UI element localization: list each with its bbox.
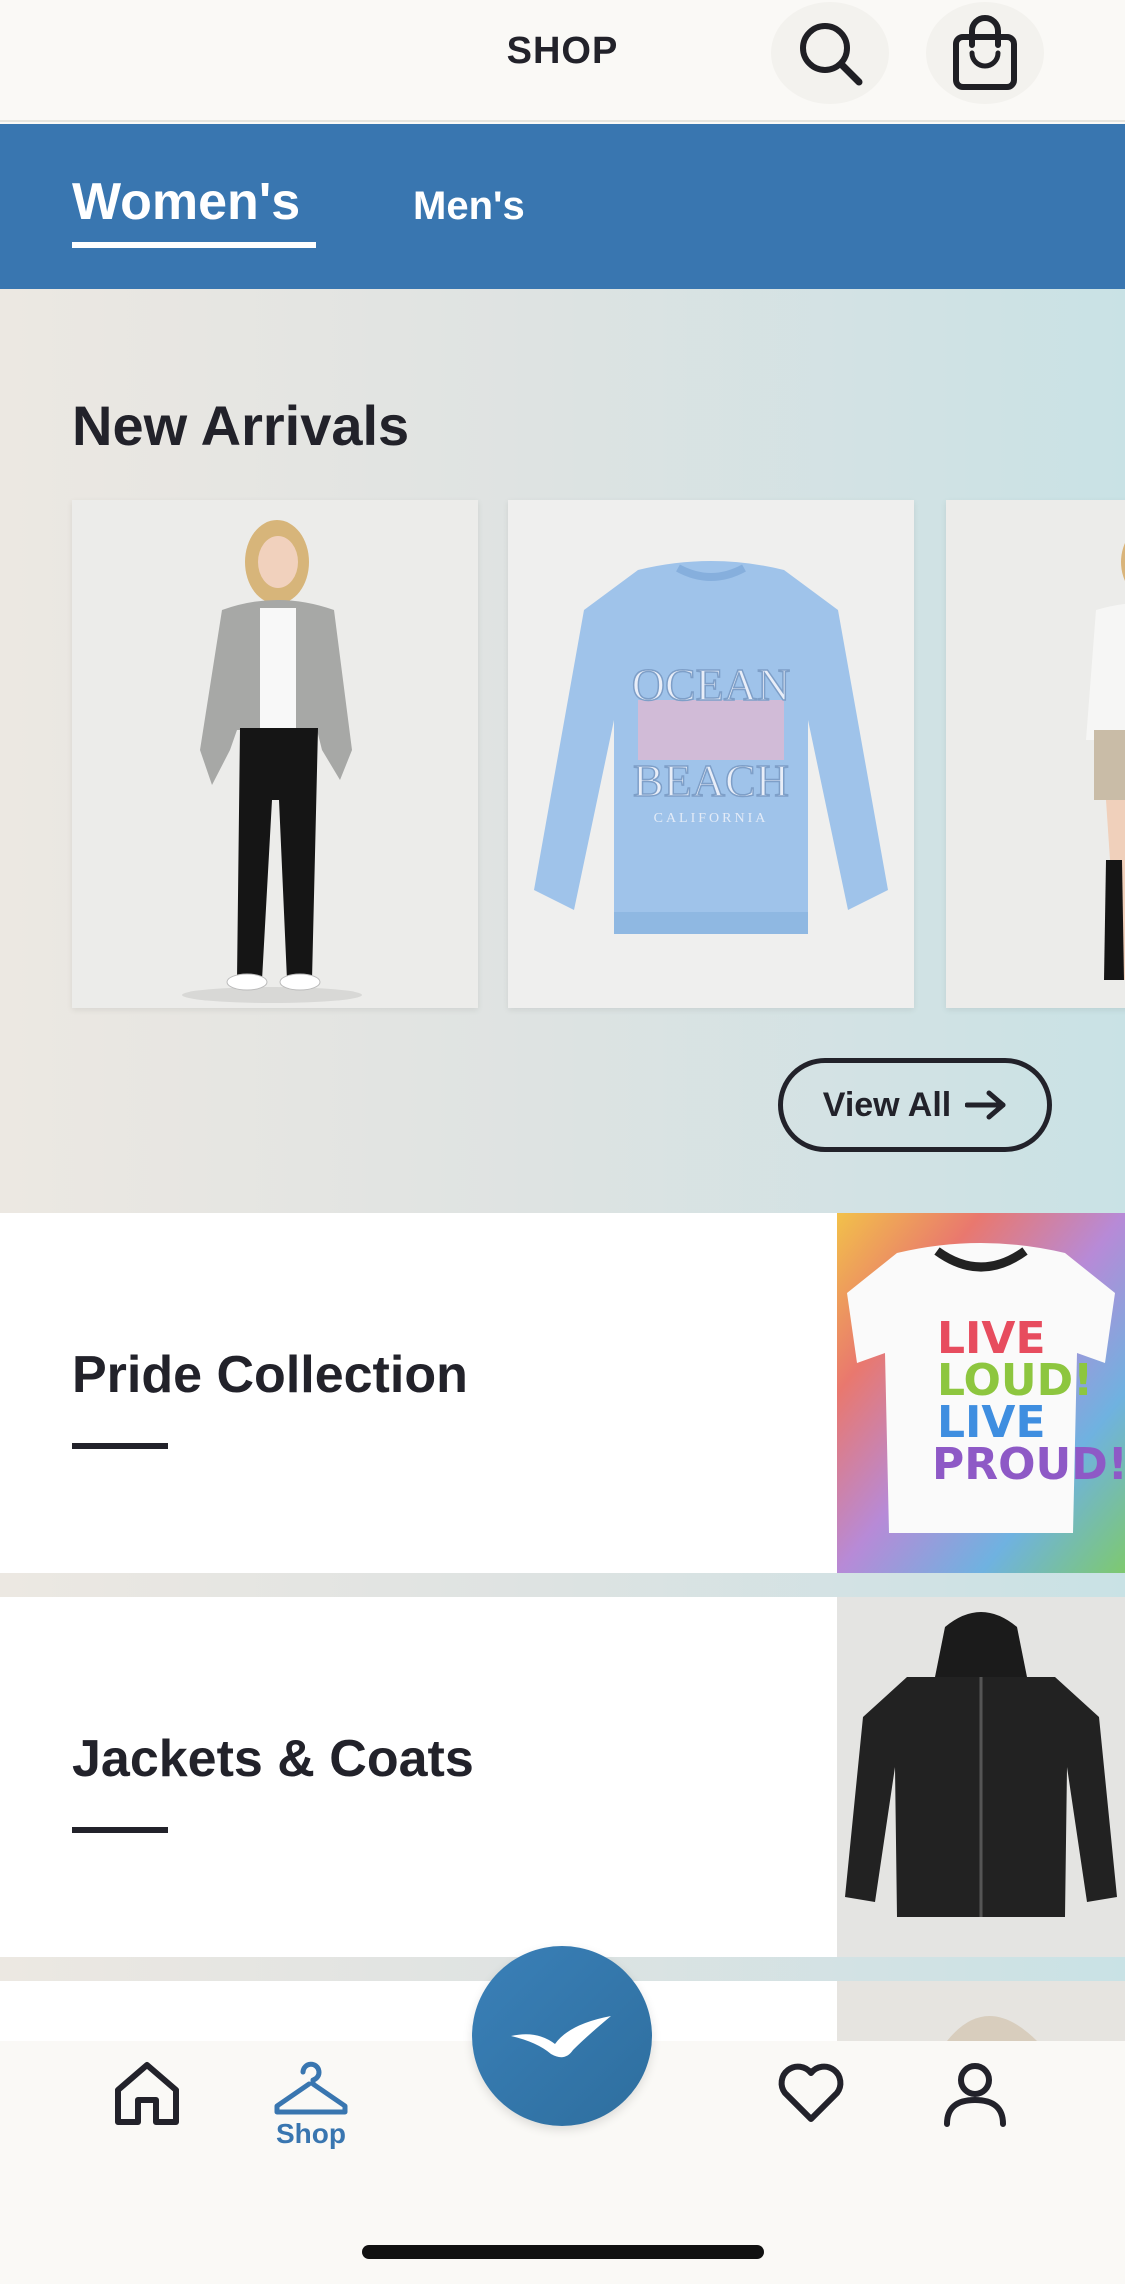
shopping-bag-button[interactable]	[926, 2, 1044, 104]
category-underline	[72, 1827, 168, 1833]
nav-shop-button[interactable]: Shop	[273, 2060, 349, 2150]
product-card-sweatshirt[interactable]: OCEAN BEACH CALIFORNIA	[508, 500, 914, 1008]
tab-womens[interactable]: Women's	[72, 172, 300, 232]
home-indicator	[362, 2245, 764, 2259]
sweatshirt-graphic-text: OCEAN	[632, 659, 790, 710]
view-all-button[interactable]: View All	[778, 1058, 1052, 1152]
product-image	[72, 500, 478, 1008]
product-card-partial[interactable]	[946, 500, 1125, 1008]
product-image: OCEAN BEACH CALIFORNIA	[508, 500, 914, 1008]
category-label: Jackets & Coats	[72, 1730, 474, 1788]
category-thumbnail: LIVE LOUD! LIVE PROUD!	[837, 1213, 1125, 1573]
sweatshirt-graphic-text: CALIFORNIA	[654, 811, 769, 826]
nav-home-button[interactable]	[112, 2058, 182, 2128]
search-icon	[800, 23, 863, 86]
sweatshirt-graphic-text: BEACH	[633, 755, 789, 806]
gender-tabs: Women's Men's	[0, 124, 1125, 289]
home-icon	[115, 2062, 179, 2125]
heart-icon	[778, 2063, 844, 2122]
category-underline	[72, 1443, 168, 1449]
active-tab-indicator	[72, 242, 316, 248]
category-separator	[0, 1573, 1125, 1597]
category-pride-collection[interactable]: Pride Collection LIVE LOUD! LIVE PROUD!	[0, 1213, 1125, 1573]
nav-account-button[interactable]	[942, 2060, 1008, 2128]
jacket-image	[837, 1597, 1125, 1957]
account-icon	[944, 2063, 1006, 2127]
category-thumbnail	[837, 1981, 1125, 2041]
top-header: SHOP	[0, 0, 1125, 122]
nav-shop-label: Shop	[276, 2118, 346, 2149]
category-jackets-coats[interactable]: Jackets & Coats	[0, 1597, 1125, 1957]
hanger-icon	[274, 2061, 348, 2115]
arrow-right-icon	[965, 1090, 1006, 1120]
view-all-label: View All	[822, 1085, 952, 1124]
seagull-logo-icon	[511, 2016, 611, 2058]
category-thumbnail	[837, 1597, 1125, 1957]
new-arrivals-section: New Arrivals OCEAN BEACH CALIFORNIA View…	[0, 289, 1125, 1213]
tee-graphic-text: PROUD!	[932, 1439, 1125, 1490]
section-heading: New Arrivals	[72, 394, 410, 457]
nav-wishlist-button[interactable]	[776, 2062, 846, 2124]
tab-mens[interactable]: Men's	[413, 184, 525, 229]
category-label: Pride Collection	[72, 1346, 468, 1404]
search-button[interactable]	[771, 2, 889, 104]
shopping-bag-icon	[953, 15, 1017, 90]
product-card-hoodie[interactable]	[72, 500, 478, 1008]
pride-tee-image: LIVE LOUD! LIVE PROUD!	[837, 1213, 1125, 1573]
category-image-partial	[837, 1981, 1125, 2041]
product-image	[946, 500, 1125, 1008]
seagull-home-button[interactable]	[472, 1946, 652, 2126]
